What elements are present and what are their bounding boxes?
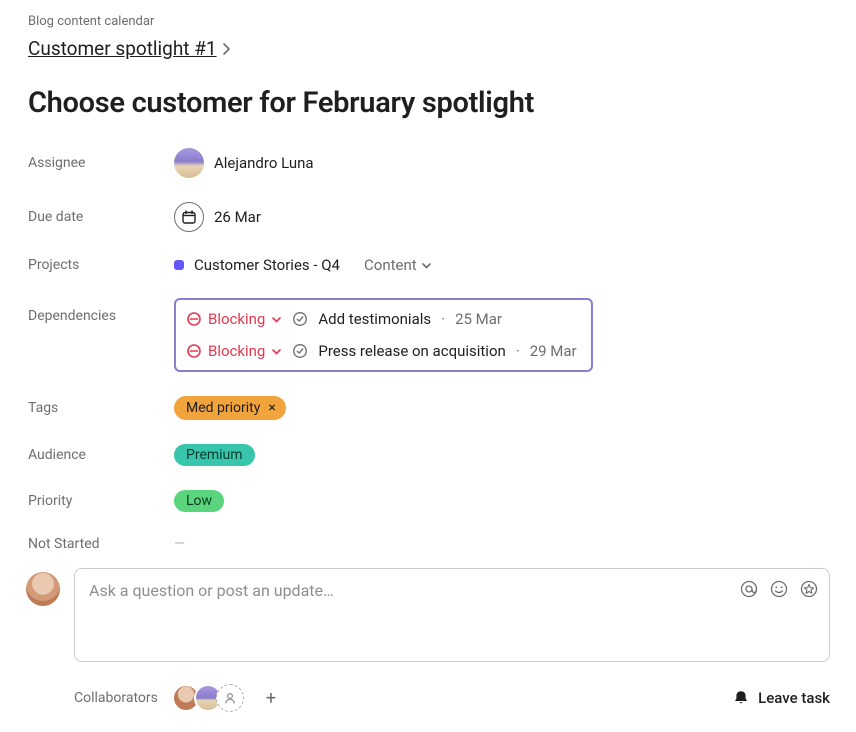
tag-text: Med priority <box>186 400 260 416</box>
not-started-label: Not Started <box>28 536 174 552</box>
calendar-icon <box>174 202 204 232</box>
dependency-kind-label: Blocking <box>208 310 265 328</box>
comment-input[interactable]: Ask a question or post an update… <box>74 568 830 662</box>
dependencies-label: Dependencies <box>28 298 174 324</box>
emoji-icon[interactable] <box>769 579 789 599</box>
project-color-chip <box>174 260 184 270</box>
project-section-selector[interactable]: Content <box>364 256 432 274</box>
audience-pill[interactable]: Premium <box>174 444 255 466</box>
leave-task-label: Leave task <box>758 689 830 707</box>
project-name[interactable]: Customer Stories - Q4 <box>194 256 340 274</box>
due-date-text: 26 Mar <box>214 208 261 226</box>
priority-pill[interactable]: Low <box>174 490 224 512</box>
avatar <box>26 572 60 606</box>
breadcrumb-project[interactable]: Blog content calendar <box>28 14 828 29</box>
dependency-row[interactable]: Blocking Press release on acquisition · … <box>186 342 577 360</box>
assignee-name: Alejandro Luna <box>214 154 314 172</box>
footer: Ask a question or post an update… Collab… <box>0 557 856 732</box>
dependency-task-date: 25 Mar <box>455 310 502 328</box>
chevron-down-icon <box>271 346 282 357</box>
breadcrumb-parent-task[interactable]: Customer spotlight #1 <box>28 37 231 60</box>
tag-remove-icon[interactable]: × <box>268 401 275 415</box>
collaborator-avatars[interactable] <box>172 684 244 712</box>
separator-dot: · <box>516 342 520 360</box>
chevron-right-icon <box>221 42 231 56</box>
at-mention-icon[interactable] <box>739 579 759 599</box>
add-collaborator-placeholder[interactable] <box>216 684 244 712</box>
project-section-name: Content <box>364 256 417 274</box>
not-started-value[interactable]: — <box>174 536 185 552</box>
page-title: Choose customer for February spotlight <box>28 86 828 120</box>
comment-placeholder: Ask a question or post an update… <box>89 581 334 600</box>
dependency-kind-label: Blocking <box>208 342 265 360</box>
blocking-icon <box>186 311 202 327</box>
breadcrumb-parent-task-label: Customer spotlight #1 <box>28 37 217 60</box>
task-check-icon <box>292 343 308 359</box>
tag-pill[interactable]: Med priority × <box>174 396 286 420</box>
assignee-label: Assignee <box>28 155 174 171</box>
priority-label: Priority <box>28 493 174 509</box>
blocking-icon <box>186 343 202 359</box>
leave-task-button[interactable]: Leave task <box>732 689 830 707</box>
chevron-down-icon <box>271 314 282 325</box>
dependency-task-date: 29 Mar <box>530 342 577 360</box>
dependency-task-title[interactable]: Add testimonials <box>318 310 431 328</box>
dependency-kind-selector[interactable]: Blocking <box>186 310 282 328</box>
chevron-down-icon <box>421 260 432 271</box>
star-icon[interactable] <box>799 579 819 599</box>
tags-label: Tags <box>28 400 174 416</box>
add-collaborator-button[interactable]: + <box>266 688 276 709</box>
assignee-value[interactable]: Alejandro Luna <box>174 148 314 178</box>
dependencies-box: Blocking Add testimonials · 25 Mar Block… <box>174 298 593 372</box>
separator-dot: · <box>441 310 445 328</box>
audience-label: Audience <box>28 447 174 463</box>
due-date-label: Due date <box>28 209 174 225</box>
dependency-task-title[interactable]: Press release on acquisition <box>318 342 505 360</box>
dependency-kind-selector[interactable]: Blocking <box>186 342 282 360</box>
task-check-icon <box>292 311 308 327</box>
collaborators-label: Collaborators <box>74 690 158 706</box>
projects-label: Projects <box>28 257 174 273</box>
bell-icon <box>732 689 750 707</box>
due-date-value[interactable]: 26 Mar <box>174 202 261 232</box>
avatar <box>174 148 204 178</box>
dependency-row[interactable]: Blocking Add testimonials · 25 Mar <box>186 310 577 328</box>
person-icon <box>223 691 237 705</box>
